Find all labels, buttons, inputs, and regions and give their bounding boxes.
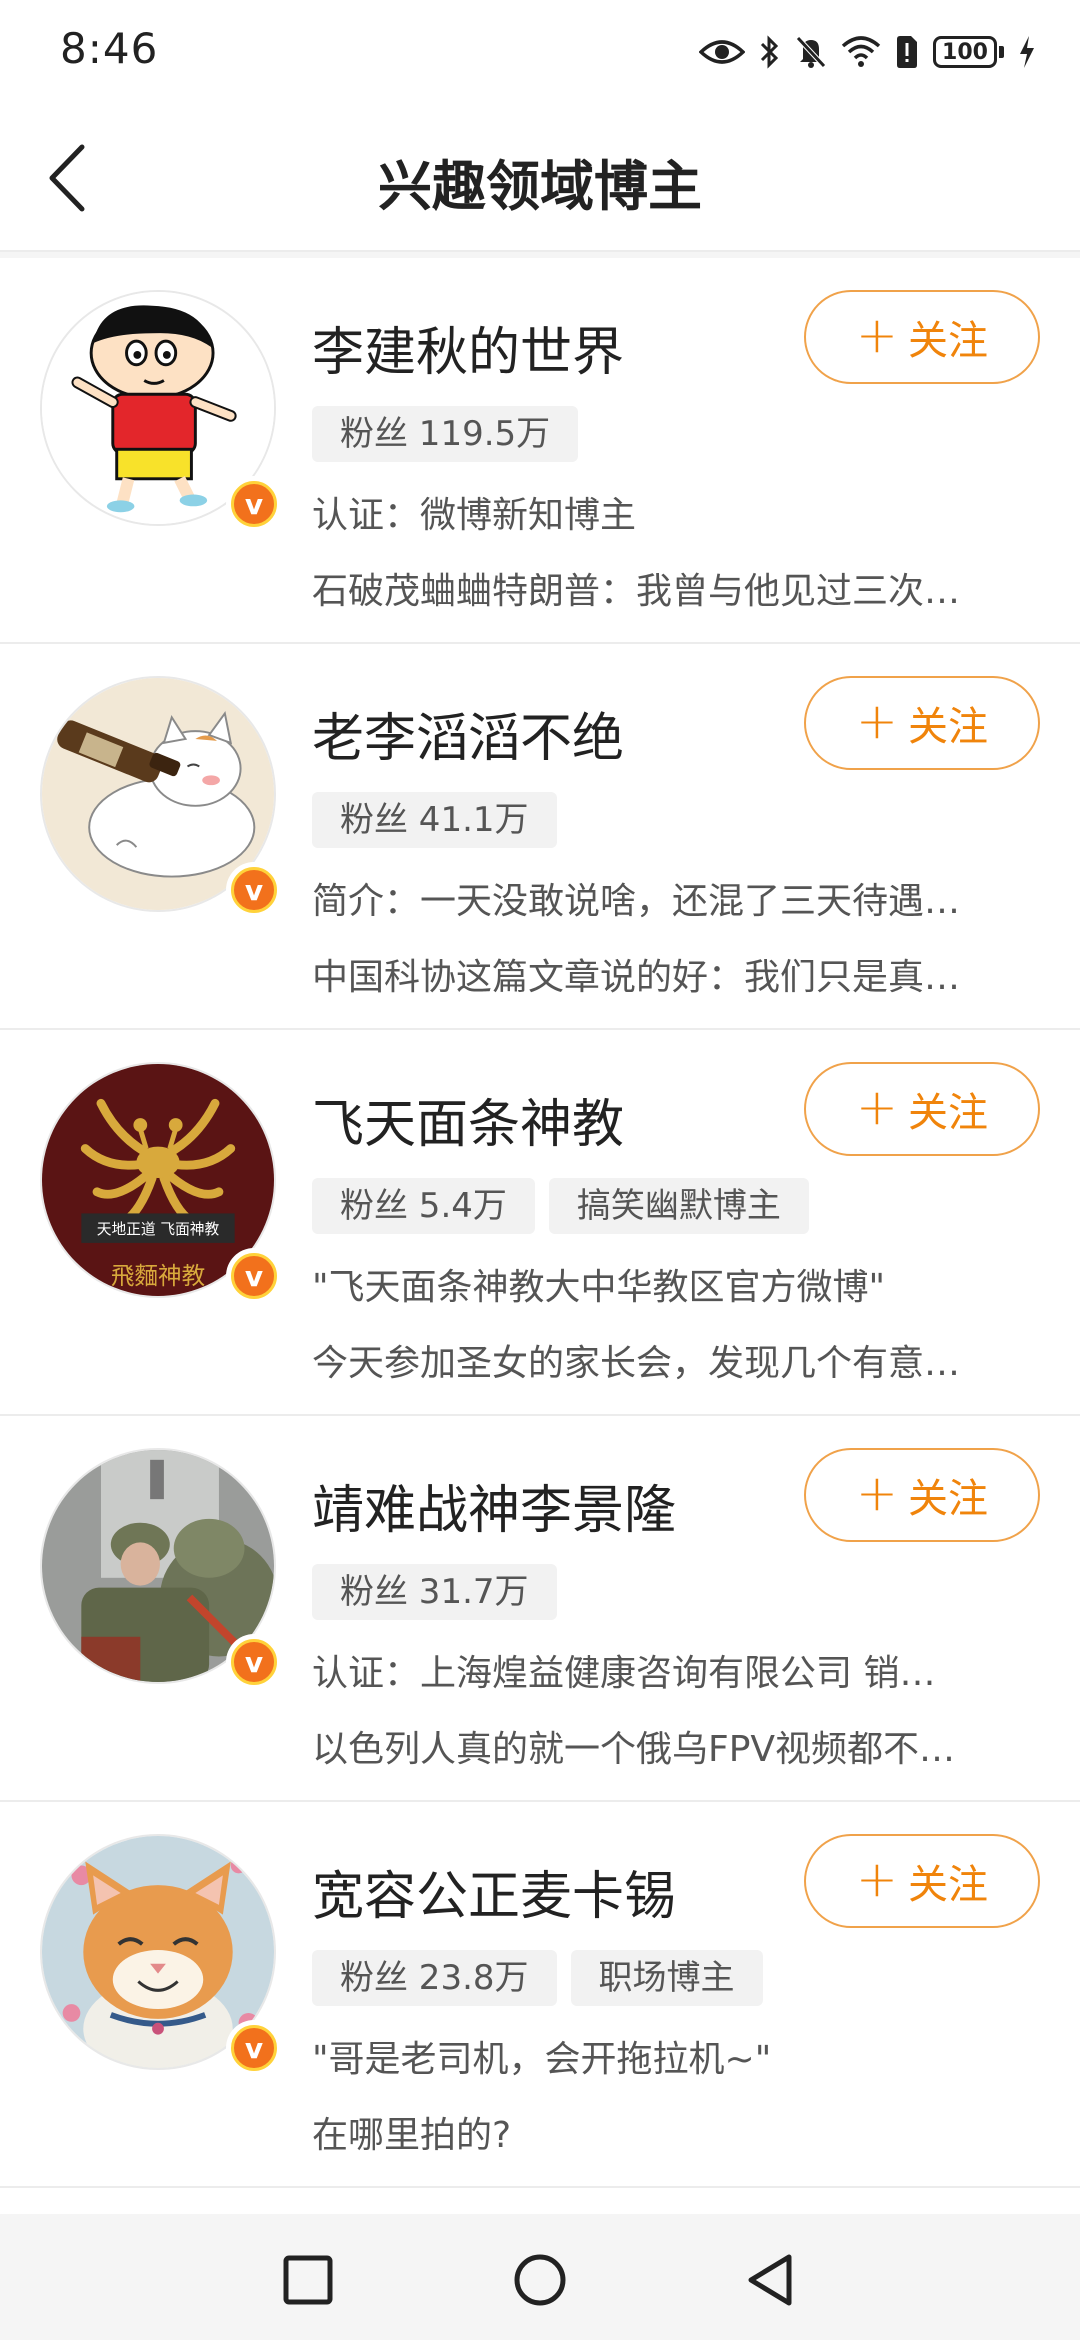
status-bar: 8:46 100	[0, 0, 1080, 104]
follow-button[interactable]: + 关注	[804, 1834, 1040, 1928]
blogger-name[interactable]: 靖难战神李景隆	[312, 1468, 676, 1543]
verified-badge-icon: v	[226, 476, 282, 532]
blogger-name[interactable]: 宽容公正麦卡锡	[312, 1854, 676, 1929]
tags: 粉丝 5.4万 搞笑幽默博主	[312, 1178, 809, 1234]
triangle-back-icon	[748, 2254, 792, 2306]
blogger-description: 认证：微博新知博主	[312, 495, 637, 536]
follow-label: 关注	[907, 704, 988, 750]
latest-post: 以色列人真的就一个俄乌FPV视频都不…	[312, 1729, 956, 1770]
list-item[interactable]: v 宽容公正麦卡锡 + 关注 粉丝 23.8万 职场博主 "哥是老司机，会开拖拉…	[0, 1802, 1080, 2188]
follow-label: 关注	[907, 1862, 988, 1908]
latest-post: 石破茂蛐蛐特朗普：我曾与他见过三次…	[312, 571, 961, 612]
fans-count: 粉丝 41.1万	[312, 792, 557, 848]
category-tag: 搞笑幽默博主	[548, 1178, 809, 1234]
system-nav-bar	[0, 2214, 1080, 2340]
svg-text:天地正道 飞面神教: 天地正道 飞面神教	[97, 1221, 220, 1238]
verified-badge-icon: v	[226, 2020, 282, 2076]
circle-icon	[514, 2254, 566, 2306]
status-time: 8:46	[60, 24, 159, 73]
plus-icon: +	[856, 1078, 898, 1136]
verified-badge-icon: v	[226, 1634, 282, 1690]
page-title: 兴趣领域博主	[378, 155, 702, 218]
latest-post: 在哪里拍的?	[312, 2115, 512, 2156]
plus-icon: +	[856, 1850, 898, 1908]
recent-apps-button[interactable]	[278, 2250, 338, 2310]
tags: 粉丝 41.1万	[312, 792, 557, 848]
list-item[interactable]: v 李建秋的世界 + 关注 粉丝 119.5万 认证：微博新知博主 石破茂蛐蛐特…	[0, 258, 1080, 644]
eye-icon	[699, 36, 745, 68]
wifi-icon	[841, 36, 881, 68]
follow-label: 关注	[907, 1476, 988, 1522]
mute-bell-icon	[795, 35, 827, 69]
plus-icon: +	[856, 692, 898, 750]
tags: 粉丝 31.7万	[312, 1564, 557, 1620]
blogger-list: v 李建秋的世界 + 关注 粉丝 119.5万 认证：微博新知博主 石破茂蛐蛐特…	[0, 258, 1080, 2188]
fans-count: 粉丝 31.7万	[312, 1564, 557, 1620]
follow-button[interactable]: + 关注	[804, 290, 1040, 384]
tags: 粉丝 23.8万 职场博主	[312, 1950, 763, 2006]
plus-icon: +	[856, 306, 898, 364]
blogger-description: 认证：上海煌益健康咨询有限公司 销…	[312, 1653, 936, 1694]
latest-post: 今天参加圣女的家长会，发现几个有意…	[312, 1343, 961, 1384]
header: 兴趣领域博主	[0, 104, 1080, 252]
home-button[interactable]	[510, 2250, 570, 2310]
follow-label: 关注	[907, 318, 988, 364]
list-item[interactable]: v 靖难战神李景隆 + 关注 粉丝 31.7万 认证：上海煌益健康咨询有限公司 …	[0, 1416, 1080, 1802]
fans-count: 粉丝 119.5万	[312, 406, 579, 462]
verified-badge-icon: v	[226, 862, 282, 918]
blogger-name[interactable]: 飞天面条神教	[312, 1082, 624, 1157]
follow-button[interactable]: + 关注	[804, 1448, 1040, 1542]
battery-icon: 100	[933, 36, 1004, 68]
category-tag: 职场博主	[570, 1950, 763, 2006]
latest-post: 中国科协这篇文章说的好：我们只是真…	[312, 957, 961, 998]
fans-count: 粉丝 5.4万	[312, 1178, 535, 1234]
blogger-description: 简介：一天没敢说啥，还混了三天待遇…	[312, 881, 961, 922]
blogger-description: "飞天面条神教大中华教区官方微博"	[312, 1267, 886, 1308]
svg-text:飛麵神教: 飛麵神教	[111, 1262, 205, 1290]
sim-alert-icon	[895, 35, 919, 69]
bluetooth-icon	[759, 35, 781, 69]
back-nav-button[interactable]	[740, 2250, 800, 2310]
follow-button[interactable]: + 关注	[804, 676, 1040, 770]
charging-icon	[1018, 35, 1036, 69]
plus-icon: +	[856, 1464, 898, 1522]
blogger-name[interactable]: 李建秋的世界	[312, 310, 624, 385]
follow-label: 关注	[907, 1090, 988, 1136]
square-icon	[283, 2255, 333, 2305]
status-icons: 100	[699, 28, 1036, 76]
list-item[interactable]: v 老李滔滔不绝 + 关注 粉丝 41.1万 简介：一天没敢说啥，还混了三天待遇…	[0, 644, 1080, 1030]
blogger-name[interactable]: 老李滔滔不绝	[312, 696, 624, 771]
list-item[interactable]: 天地正道 飞面神教 飛麵神教 v 飞天面条神教 + 关注 粉丝 5.4万 搞笑幽…	[0, 1030, 1080, 1416]
battery-level: 100	[942, 39, 988, 65]
blogger-description: "哥是老司机，会开拖拉机~"	[312, 2039, 772, 2080]
fans-count: 粉丝 23.8万	[312, 1950, 557, 2006]
tags: 粉丝 119.5万	[312, 406, 579, 462]
follow-button[interactable]: + 关注	[804, 1062, 1040, 1156]
verified-badge-icon: v	[226, 1248, 282, 1304]
